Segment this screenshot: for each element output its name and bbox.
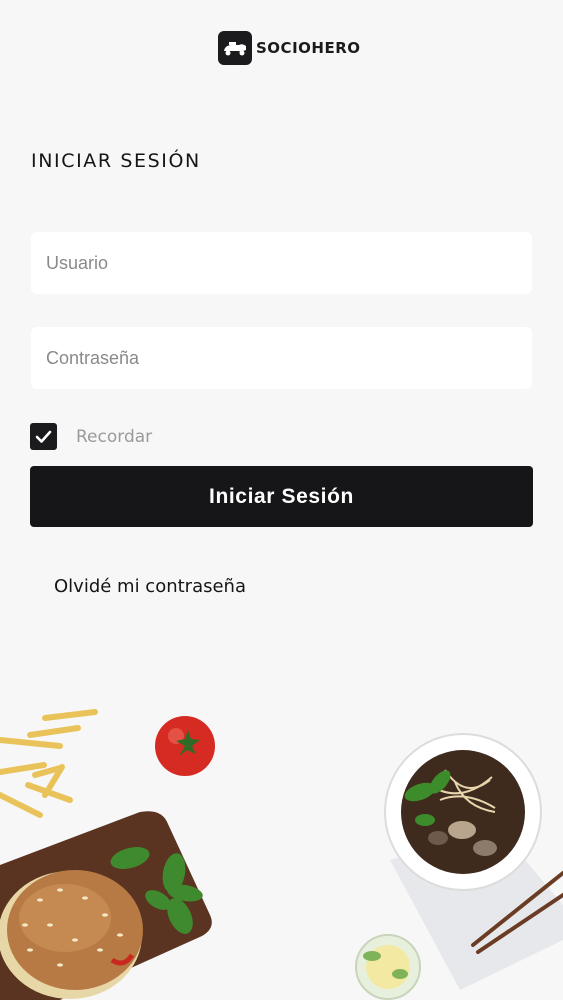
brand-logo: SOCIOHERO [218, 31, 361, 65]
page-title: INICIAR SESIÓN [31, 150, 201, 172]
remember-checkbox[interactable] [30, 423, 57, 450]
food-illustration [0, 709, 563, 1000]
checkmark-icon [35, 430, 52, 443]
moped-icon [218, 31, 252, 65]
burger-image [0, 870, 143, 999]
tomato-image [155, 716, 215, 776]
remember-row: Recordar [30, 423, 152, 450]
brand-name: SOCIOHERO [256, 39, 361, 57]
password-input[interactable] [31, 327, 532, 389]
username-input[interactable] [31, 232, 532, 294]
fries-image [0, 709, 98, 818]
remember-label[interactable]: Recordar [76, 427, 152, 447]
drink-glass-image [355, 934, 421, 1000]
noodle-bowl-image [384, 733, 542, 891]
forgot-password-link[interactable]: Olvidé mi contraseña [54, 576, 246, 597]
login-button[interactable]: Iniciar Sesión [30, 466, 533, 527]
